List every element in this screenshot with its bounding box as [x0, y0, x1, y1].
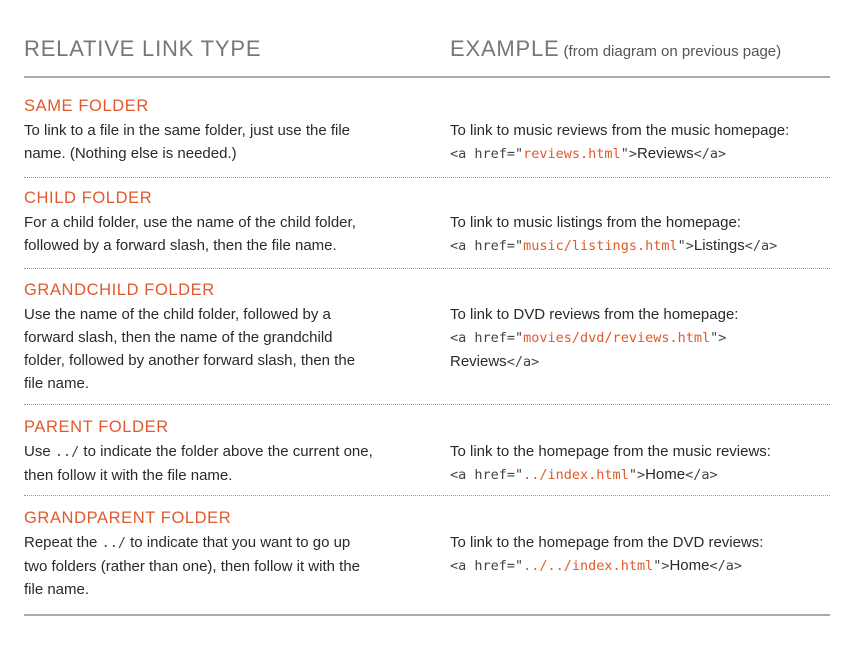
description-code: ../ [101, 535, 126, 551]
code-link-text: Reviews [636, 145, 694, 162]
code-open-tag: <a href=" [450, 146, 524, 162]
table-row-grandchild-folder: GRANDCHILD FOLDER Use the name of the ch… [24, 281, 830, 405]
description-line: Repeat the ../ to indicate that you want… [24, 531, 404, 555]
code-close-tag: </a> [709, 558, 742, 574]
example-intro: To link to the homepage from the DVD rev… [450, 534, 764, 551]
code-link-text: Home [645, 466, 686, 483]
description-line: For a child folder, use the name of the … [24, 214, 356, 231]
column-header-example: EXAMPLE (from diagram on previous page) [450, 36, 781, 62]
description-line: forward slash, then the name of the gran… [24, 329, 333, 346]
description-code: ../ [54, 444, 80, 460]
description-text: to indicate that you want to go up [125, 534, 351, 551]
example-intro: To link to DVD reviews from the homepage… [450, 306, 739, 323]
column-header-example-label: EXAMPLE [450, 36, 560, 61]
description-line: file name. [24, 375, 90, 392]
description-text: Use [24, 443, 55, 460]
code-href-value: ../../index.html [523, 558, 654, 574]
description-text: to indicate the folder above the current… [79, 443, 373, 460]
row-example: To link to DVD reviews from the homepage… [450, 303, 830, 374]
description-line: folder, followed by another forward slas… [24, 352, 356, 369]
description-line: then follow it with the file name. [24, 467, 233, 484]
example-code: <a href="../index.html">Home</a> [450, 463, 830, 487]
description-line: two folders (rather than one), then foll… [24, 558, 361, 575]
row-example: To link to the homepage from the DVD rev… [450, 531, 830, 578]
code-open-tag: <a href=" [450, 467, 524, 483]
row-description: For a child folder, use the name of the … [24, 211, 404, 257]
row-title: SAME FOLDER [24, 97, 149, 115]
code-link-text: Listings [693, 237, 745, 254]
example-intro: To link to music reviews from the music … [450, 122, 790, 139]
relative-links-table: RELATIVE LINK TYPE EXAMPLE (from diagram … [0, 0, 842, 650]
code-href-value: ../index.html [523, 467, 629, 483]
example-code: <a href="movies/dvd/reviews.html"> [450, 326, 830, 350]
code-close-tag: </a> [744, 238, 778, 254]
row-title: CHILD FOLDER [24, 189, 153, 207]
code-close-tag: </a> [506, 354, 540, 370]
row-title: GRANDPARENT FOLDER [24, 509, 232, 527]
example-code: <a href="../../index.html">Home</a> [450, 554, 830, 578]
table-row-child-folder: CHILD FOLDER For a child folder, use the… [24, 189, 830, 269]
code-tag-end: "> [628, 467, 646, 483]
example-code: <a href="music/listings.html">Listings</… [450, 234, 830, 258]
description-text: Repeat the [24, 534, 102, 551]
example-intro: To link to music listings from the homep… [450, 214, 741, 231]
column-header-example-note: (from diagram on previous page) [563, 43, 782, 60]
column-header-link-type: RELATIVE LINK TYPE [24, 36, 262, 61]
row-description: Use ../ to indicate the folder above the… [24, 440, 404, 487]
table-header: RELATIVE LINK TYPE EXAMPLE (from diagram … [24, 34, 830, 78]
example-code-continued: Reviews</a> [450, 350, 830, 374]
row-description: Use the name of the child folder, follow… [24, 303, 404, 395]
description-line: Use the name of the child folder, follow… [24, 306, 331, 323]
description-line: Use ../ to indicate the folder above the… [24, 440, 404, 464]
code-href-value: movies/dvd/reviews.html [523, 330, 711, 346]
code-tag-end: "> [620, 146, 637, 162]
code-href-value: reviews.html [523, 146, 621, 162]
example-code: <a href="reviews.html">Reviews</a> [450, 142, 830, 166]
row-description: Repeat the ../ to indicate that you want… [24, 531, 404, 601]
row-example: To link to music listings from the homep… [450, 211, 830, 258]
table-row-parent-folder: PARENT FOLDER Use ../ to indicate the fo… [24, 418, 830, 496]
row-title: GRANDCHILD FOLDER [24, 281, 215, 299]
code-tag-end: "> [653, 558, 670, 574]
row-example: To link to the homepage from the music r… [450, 440, 830, 487]
code-open-tag: <a href=" [450, 238, 524, 254]
code-close-tag: </a> [685, 467, 718, 483]
code-link-text: Reviews [450, 353, 507, 370]
code-close-tag: </a> [693, 146, 727, 162]
code-open-tag: <a href=" [450, 330, 524, 346]
code-href-value: music/listings.html [523, 238, 678, 254]
code-tag-end: "> [710, 330, 727, 346]
description-line: To link to a file in the same folder, ju… [24, 122, 351, 139]
description-line: name. (Nothing else is needed.) [24, 145, 237, 162]
row-description: To link to a file in the same folder, ju… [24, 119, 404, 165]
description-line: followed by a forward slash, then the fi… [24, 237, 337, 254]
description-line: file name. [24, 581, 90, 598]
code-link-text: Home [669, 557, 710, 574]
table-row-same-folder: SAME FOLDER To link to a file in the sam… [24, 97, 830, 178]
row-title: PARENT FOLDER [24, 418, 169, 436]
table-row-grandparent-folder: GRANDPARENT FOLDER Repeat the ../ to ind… [24, 509, 830, 616]
code-open-tag: <a href=" [450, 558, 524, 574]
code-tag-end: "> [677, 238, 694, 254]
example-intro: To link to the homepage from the music r… [450, 443, 771, 460]
row-example: To link to music reviews from the music … [450, 119, 830, 166]
